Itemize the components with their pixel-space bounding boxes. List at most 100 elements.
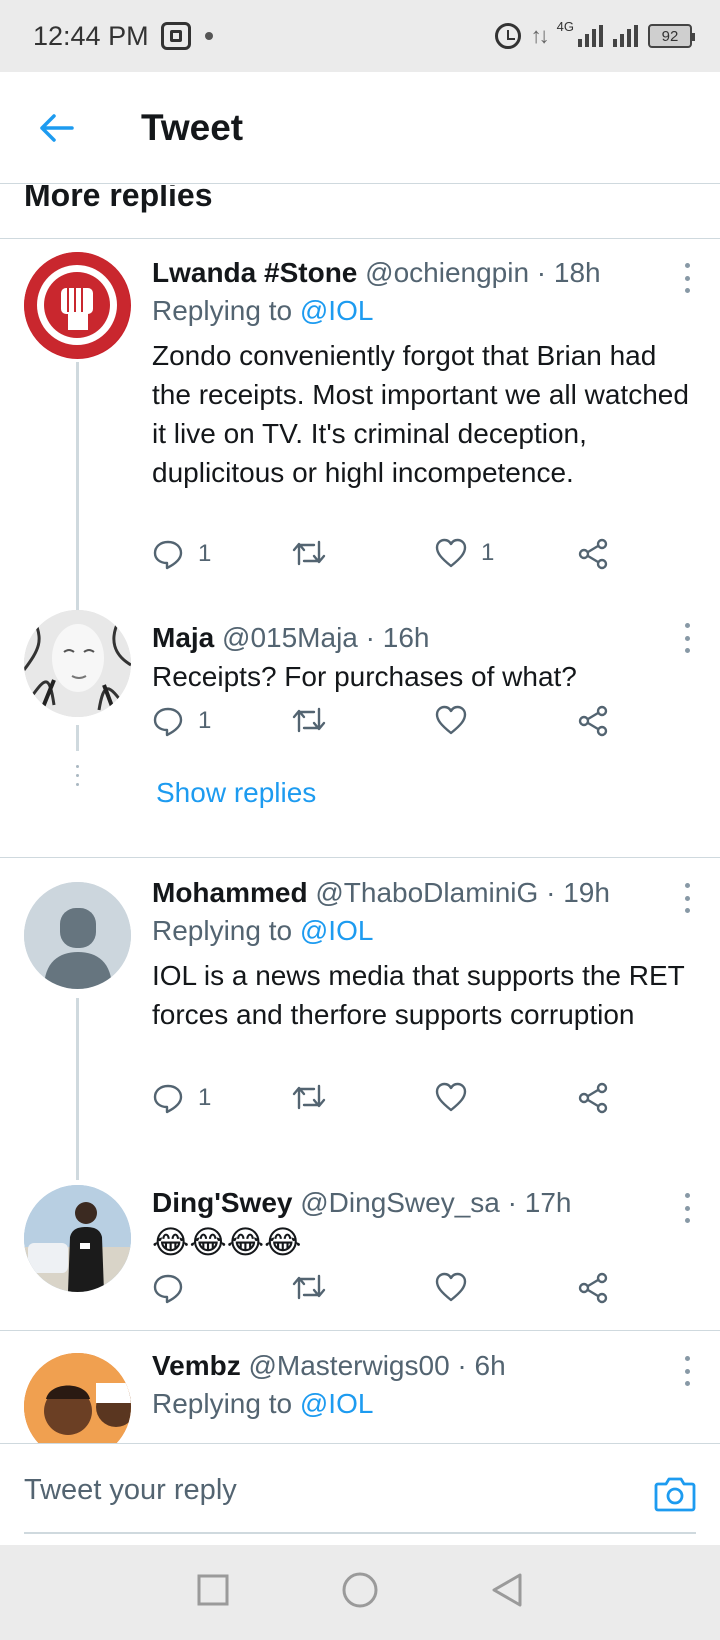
data-transfer-icon: ↑↓ — [530, 23, 550, 48]
share-button[interactable] — [577, 1082, 609, 1114]
battery-icon: 92 — [648, 24, 695, 48]
arrow-left-icon — [40, 113, 74, 142]
share-button[interactable] — [577, 538, 609, 570]
share-button[interactable] — [577, 1272, 609, 1304]
more-options-button[interactable] — [682, 883, 692, 913]
mention-link[interactable]: @IOL — [300, 295, 374, 326]
thread-line — [76, 998, 79, 1180]
tweet-actions: 1 — [152, 1082, 622, 1122]
replying-prefix: Replying to — [152, 1388, 300, 1419]
reply-button[interactable]: 1 — [152, 705, 211, 737]
status-system-icons: ↑↓ 4G 92 — [494, 19, 695, 49]
retweet-button[interactable] — [292, 538, 340, 568]
tweet-meta: Lwanda #Stone @ochiengpin · 18h — [152, 254, 696, 292]
author-handle: @DingSwey_sa · 17h — [300, 1187, 572, 1218]
reply-count: 1 — [198, 540, 212, 567]
more-options-button[interactable] — [682, 623, 692, 653]
avatar[interactable] — [24, 882, 131, 989]
author-handle: @ThaboDlaminiG · 19h — [315, 877, 610, 908]
author-name[interactable]: Ding'Swey — [152, 1187, 292, 1218]
reply-icon — [153, 1084, 183, 1114]
tweet-text: Zondo conveniently forgot that Brian had… — [152, 340, 689, 488]
reply-input[interactable]: Tweet your reply — [24, 1474, 237, 1507]
reply-button[interactable]: 1 — [152, 538, 211, 570]
camera-icon — [654, 1477, 696, 1512]
thread-line — [76, 725, 79, 751]
author-name[interactable]: Lwanda #Stone — [152, 257, 357, 288]
share-icon — [578, 705, 608, 737]
replying-to: Replying to @IOL — [152, 912, 696, 950]
avatar[interactable] — [24, 252, 131, 359]
signal-strength-2-icon — [613, 25, 638, 47]
reply-icon — [153, 707, 183, 737]
status-time: 12:44 PM — [33, 20, 149, 51]
reply-button[interactable]: 1 — [152, 1082, 211, 1114]
heart-icon — [435, 538, 467, 568]
divider — [0, 238, 720, 239]
recents-button[interactable] — [196, 1573, 230, 1612]
back-nav-button[interactable] — [490, 1572, 524, 1613]
reply-button[interactable] — [152, 1272, 198, 1304]
replies-list[interactable]: More replies Lwanda #Stone @ochiengpin ·… — [0, 185, 720, 1443]
thread-continuation-dots — [76, 765, 79, 786]
app-header: Tweet — [0, 72, 720, 184]
more-options-button[interactable] — [682, 1193, 692, 1223]
reply-icon — [153, 1274, 183, 1304]
system-navigation-bar — [0, 1545, 720, 1640]
tweet-text: 😂😂😂😂 — [152, 1224, 302, 1260]
author-name[interactable]: Vembz — [152, 1350, 241, 1381]
more-options-button[interactable] — [682, 1356, 692, 1386]
replying-prefix: Replying to — [152, 915, 300, 946]
retweet-button[interactable] — [292, 705, 340, 735]
show-replies-link[interactable]: Show replies — [156, 777, 316, 809]
tweet-actions: 1 — [152, 705, 622, 745]
like-button[interactable] — [435, 705, 481, 735]
author-handle: @015Maja · 16h — [222, 622, 430, 653]
like-button[interactable] — [435, 1082, 481, 1112]
tweet-text: IOL is a news media that supports the RE… — [152, 960, 685, 1030]
tweet-text: Receipts? For purchases of what? — [152, 661, 577, 692]
like-button[interactable]: 1 — [435, 538, 494, 568]
like-button[interactable] — [435, 1272, 481, 1302]
avatar[interactable] — [24, 610, 131, 717]
square-recents-icon — [197, 1574, 229, 1606]
share-icon — [578, 1082, 608, 1114]
back-button[interactable] — [26, 98, 86, 158]
reply-icon — [153, 540, 183, 570]
divider — [0, 1330, 720, 1331]
home-button[interactable] — [341, 1571, 379, 1614]
signal-strength-icon — [578, 25, 603, 47]
page-title: Tweet — [141, 106, 244, 148]
retweet-button[interactable] — [292, 1082, 340, 1112]
share-button[interactable] — [577, 705, 609, 737]
retweet-icon — [292, 1274, 326, 1300]
status-notification-icons — [160, 22, 213, 50]
camera-button[interactable] — [654, 1474, 696, 1512]
retweet-icon — [292, 540, 326, 566]
triangle-back-icon — [492, 1573, 522, 1607]
alarm-icon — [494, 23, 521, 49]
tweet-meta: Vembz @Masterwigs00 · 6h — [152, 1347, 696, 1385]
section-title: More replies — [24, 185, 213, 213]
reply-count: 1 — [198, 707, 212, 734]
replying-prefix: Replying to — [152, 295, 300, 326]
author-name[interactable]: Mohammed — [152, 877, 308, 908]
heart-icon — [435, 1272, 467, 1302]
avatar[interactable] — [24, 1353, 131, 1443]
mention-link[interactable]: @IOL — [300, 915, 374, 946]
share-icon — [578, 1272, 608, 1304]
battery-level: 92 — [661, 27, 679, 45]
heart-icon — [435, 1082, 467, 1112]
author-name[interactable]: Maja — [152, 622, 214, 653]
retweet-button[interactable] — [292, 1272, 340, 1302]
like-count: 1 — [481, 539, 495, 566]
avatar[interactable] — [24, 1185, 131, 1292]
circle-home-icon — [342, 1572, 378, 1608]
more-notifications-dot-icon — [204, 32, 213, 40]
replying-to: Replying to @IOL — [152, 292, 696, 330]
author-handle: @ochiengpin · 18h — [365, 257, 601, 288]
share-icon — [578, 538, 608, 570]
more-options-button[interactable] — [682, 263, 692, 293]
mention-link[interactable]: @IOL — [300, 1388, 374, 1419]
network-type-label: 4G — [556, 18, 574, 34]
